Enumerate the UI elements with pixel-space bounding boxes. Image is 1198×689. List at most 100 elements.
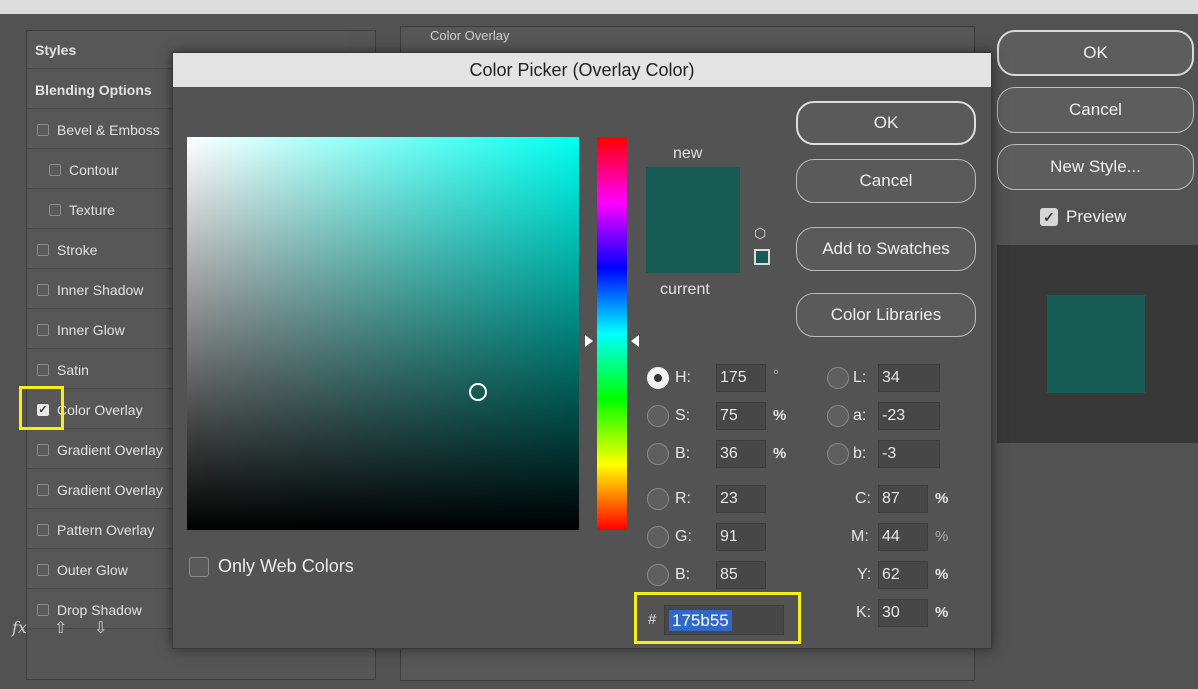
- cancel-button[interactable]: Cancel: [997, 87, 1194, 133]
- style-item-checkbox[interactable]: [37, 283, 49, 296]
- hue-radio[interactable]: [647, 367, 669, 389]
- hue-slider[interactable]: [597, 137, 627, 530]
- new-style-button[interactable]: New Style...: [997, 144, 1194, 190]
- blue-radio[interactable]: [647, 564, 669, 586]
- yellow-input[interactable]: 62: [878, 561, 928, 589]
- style-item-label: Bevel & Emboss: [57, 121, 160, 138]
- preview-color-swatch: [1047, 295, 1145, 393]
- style-item-checkbox[interactable]: [37, 243, 49, 256]
- a-channel-radio[interactable]: [827, 405, 849, 427]
- style-item-label: Texture: [69, 201, 115, 218]
- picker-cancel-button[interactable]: Cancel: [796, 159, 976, 203]
- color-libraries-button[interactable]: Color Libraries: [796, 293, 976, 337]
- hex-field-highlight: [634, 592, 801, 644]
- style-item-checkbox[interactable]: [37, 363, 49, 376]
- blending-options-label: Blending Options: [35, 81, 152, 98]
- hue-slider-right-arrow-icon[interactable]: [631, 335, 639, 347]
- new-color-swatch: [646, 167, 740, 225]
- move-up-icon[interactable]: ⇧: [54, 618, 67, 638]
- picker-ok-button[interactable]: OK: [796, 101, 976, 145]
- style-item-checkbox[interactable]: [37, 563, 49, 576]
- a-channel-input[interactable]: -23: [878, 402, 940, 430]
- saturation-input[interactable]: 75: [716, 402, 766, 430]
- saturation-radio[interactable]: [647, 405, 669, 427]
- fx-button[interactable]: fx: [12, 618, 27, 637]
- brightness-radio[interactable]: [647, 443, 669, 465]
- style-item-label: Inner Glow: [57, 321, 125, 338]
- style-item-label: Stroke: [57, 241, 98, 258]
- b-channel-label: b:: [853, 445, 867, 462]
- green-input[interactable]: 91: [716, 523, 766, 551]
- add-to-swatches-button[interactable]: Add to Swatches: [796, 227, 976, 271]
- color-picker-dialog: Color Picker (Overlay Color) new current…: [172, 52, 992, 649]
- cyan-input[interactable]: 87: [878, 485, 928, 513]
- style-item-checkbox[interactable]: [37, 123, 49, 136]
- current-color-swatch[interactable]: [646, 225, 740, 273]
- blue-label: B:: [675, 566, 691, 583]
- black-label: K:: [856, 604, 872, 621]
- percent-unit: %: [773, 407, 787, 424]
- red-radio[interactable]: [647, 488, 669, 510]
- style-item-label: Satin: [57, 361, 89, 378]
- checkbox-box: [189, 556, 209, 577]
- styles-header-label: Styles: [35, 41, 77, 58]
- only-web-colors-checkbox[interactable]: Only Web Colors: [189, 556, 354, 577]
- hue-slider-left-arrow-icon[interactable]: [585, 335, 593, 347]
- style-item-checkbox[interactable]: [37, 523, 49, 536]
- green-radio[interactable]: [647, 526, 669, 548]
- style-item-checkbox[interactable]: [49, 163, 61, 176]
- style-item-label: Pattern Overlay: [57, 521, 155, 538]
- checkmark-icon: ✓: [1040, 208, 1058, 226]
- percent-unit: %: [935, 528, 949, 545]
- percent-unit: %: [935, 566, 949, 583]
- green-label: G:: [675, 528, 692, 545]
- magenta-input[interactable]: 44: [878, 523, 928, 551]
- new-color-label: new: [673, 145, 703, 162]
- a-channel-label: a:: [853, 407, 867, 424]
- ok-button[interactable]: OK: [997, 30, 1194, 76]
- b-channel-input[interactable]: -3: [878, 440, 940, 468]
- only-web-colors-label: Only Web Colors: [218, 556, 354, 576]
- hue-label: H:: [675, 369, 691, 386]
- lightness-label: L:: [853, 369, 867, 386]
- style-item-label: Contour: [69, 161, 119, 178]
- saturation-label: S:: [675, 407, 691, 424]
- style-item-label: Drop Shadow: [57, 601, 142, 618]
- blue-input[interactable]: 85: [716, 561, 766, 589]
- style-item-label: Outer Glow: [57, 561, 128, 578]
- style-item-label: Inner Shadow: [57, 281, 144, 298]
- brightness-label: B:: [675, 445, 691, 462]
- saturation-brightness-field[interactable]: [187, 137, 579, 530]
- window-top-strip: [0, 0, 1198, 14]
- lightness-radio[interactable]: [827, 367, 849, 389]
- percent-unit: %: [935, 604, 949, 621]
- move-down-icon[interactable]: ⇩: [94, 618, 107, 638]
- style-item-label: Gradient Overlay: [57, 481, 163, 498]
- red-label: R:: [675, 490, 691, 507]
- lightness-input[interactable]: 34: [878, 364, 940, 392]
- preview-label: Preview: [1066, 207, 1127, 226]
- style-item-label: Gradient Overlay: [57, 441, 163, 458]
- web-safe-cube-icon[interactable]: ⬡: [754, 225, 766, 242]
- percent-unit: %: [773, 445, 787, 462]
- style-item-checkbox[interactable]: [49, 203, 61, 216]
- style-item-checkbox[interactable]: [37, 603, 49, 616]
- degree-unit: °: [773, 367, 779, 384]
- style-item-checkbox[interactable]: [37, 443, 49, 456]
- color-selector-cursor[interactable]: [469, 383, 487, 401]
- black-input[interactable]: 30: [878, 599, 928, 627]
- current-color-label: current: [660, 281, 710, 298]
- percent-unit: %: [935, 490, 949, 507]
- web-safe-color-swatch[interactable]: [754, 249, 770, 265]
- hue-input[interactable]: 175: [716, 364, 766, 392]
- color-overlay-title: Color Overlay: [430, 28, 510, 43]
- dialog-title: Color Picker (Overlay Color): [173, 53, 991, 87]
- brightness-input[interactable]: 36: [716, 440, 766, 468]
- color-overlay-checkbox-highlight: [19, 386, 64, 430]
- b-channel-radio[interactable]: [827, 443, 849, 465]
- preview-thumbnail: [997, 245, 1198, 443]
- red-input[interactable]: 23: [716, 485, 766, 513]
- preview-checkbox[interactable]: ✓ Preview: [1040, 207, 1126, 227]
- style-item-checkbox[interactable]: [37, 323, 49, 336]
- style-item-checkbox[interactable]: [37, 483, 49, 496]
